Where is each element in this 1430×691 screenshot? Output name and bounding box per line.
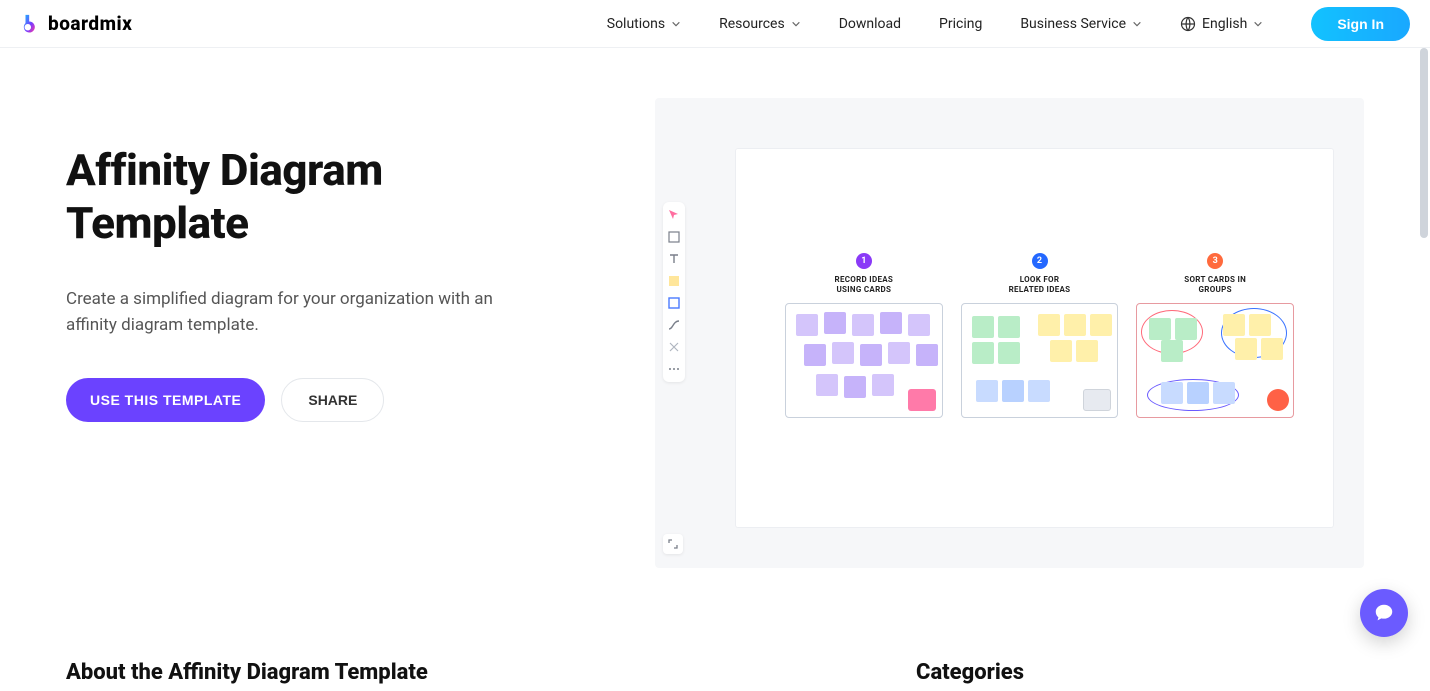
language-switcher[interactable]: English bbox=[1180, 16, 1263, 32]
nav-solutions-label: Solutions bbox=[607, 16, 665, 32]
main-nav: Solutions Resources Download Pricing Bus… bbox=[607, 7, 1410, 41]
nav-download[interactable]: Download bbox=[839, 16, 901, 32]
scissors-icon[interactable] bbox=[667, 340, 681, 354]
site-logo[interactable]: boardmix bbox=[20, 12, 132, 35]
hero-text: Affinity Diagram Template Create a simpl… bbox=[0, 108, 655, 568]
shape-icon[interactable] bbox=[667, 296, 681, 310]
steps-row: 1 RECORD IDEAS USING CARDS bbox=[785, 248, 1294, 418]
nav-resources[interactable]: Resources bbox=[719, 16, 801, 32]
chat-icon bbox=[1373, 602, 1395, 624]
hero-section: Affinity Diagram Template Create a simpl… bbox=[0, 48, 1430, 568]
canvas-toolstrip bbox=[663, 202, 685, 382]
frame-icon[interactable] bbox=[667, 230, 681, 244]
chevron-down-icon bbox=[671, 19, 681, 29]
laptop-icon bbox=[1083, 389, 1111, 411]
sticky-note-icon[interactable] bbox=[667, 274, 681, 288]
chevron-down-icon bbox=[1132, 19, 1142, 29]
step-label-line2: GROUPS bbox=[1136, 285, 1294, 295]
connector-icon[interactable] bbox=[667, 318, 681, 332]
globe-icon bbox=[1180, 16, 1196, 32]
step-2: 2 LOOK FOR RELATED IDEAS bbox=[961, 248, 1119, 418]
chevron-down-icon bbox=[791, 19, 801, 29]
cursor-icon[interactable] bbox=[667, 208, 681, 222]
cta-row: USE THIS TEMPLATE SHARE bbox=[66, 378, 655, 422]
chevron-down-icon bbox=[1253, 19, 1263, 29]
step-board bbox=[1136, 303, 1294, 418]
step-board bbox=[961, 303, 1119, 418]
scrollbar-thumb[interactable] bbox=[1420, 48, 1428, 238]
fullscreen-button[interactable] bbox=[663, 534, 683, 554]
step-label-line1: SORT CARDS IN bbox=[1136, 275, 1294, 285]
nav-business-service-label: Business Service bbox=[1020, 16, 1126, 32]
step-1: 1 RECORD IDEAS USING CARDS bbox=[785, 248, 943, 418]
step-3: 3 SORT CARDS IN GROUPS bbox=[1136, 248, 1294, 418]
page-title: Affinity Diagram Template bbox=[66, 144, 546, 250]
text-icon[interactable] bbox=[667, 252, 681, 266]
use-template-button[interactable]: USE THIS TEMPLATE bbox=[66, 378, 265, 422]
character-icon bbox=[1267, 389, 1289, 411]
about-heading: About the Affinity Diagram Template bbox=[66, 660, 428, 685]
nav-download-label: Download bbox=[839, 16, 901, 32]
step-label-line2: USING CARDS bbox=[785, 285, 943, 295]
nav-resources-label: Resources bbox=[719, 16, 785, 32]
nav-pricing[interactable]: Pricing bbox=[939, 16, 982, 32]
step-badge: 3 bbox=[1207, 253, 1223, 269]
lower-sections: About the Affinity Diagram Template Cate… bbox=[66, 660, 1364, 685]
site-header: boardmix Solutions Resources Download Pr… bbox=[0, 0, 1430, 48]
nav-solutions[interactable]: Solutions bbox=[607, 16, 681, 32]
step-badge: 2 bbox=[1032, 253, 1048, 269]
template-preview-panel: 1 RECORD IDEAS USING CARDS bbox=[655, 98, 1364, 568]
signin-button[interactable]: Sign In bbox=[1311, 7, 1410, 41]
radio-icon bbox=[908, 389, 936, 411]
vertical-scrollbar[interactable] bbox=[1420, 0, 1428, 691]
step-badge: 1 bbox=[856, 253, 872, 269]
share-button[interactable]: SHARE bbox=[281, 378, 384, 422]
step-board bbox=[785, 303, 943, 418]
more-icon[interactable] bbox=[667, 362, 681, 376]
step-label-line1: RECORD IDEAS bbox=[785, 275, 943, 285]
language-label: English bbox=[1202, 16, 1247, 32]
logo-icon bbox=[20, 13, 42, 35]
nav-business-service[interactable]: Business Service bbox=[1020, 16, 1142, 32]
chat-fab[interactable] bbox=[1360, 589, 1408, 637]
step-label-line2: RELATED IDEAS bbox=[961, 285, 1119, 295]
nav-pricing-label: Pricing bbox=[939, 16, 982, 32]
categories-heading: Categories bbox=[916, 660, 1024, 685]
page-subtitle: Create a simplified diagram for your org… bbox=[66, 286, 546, 339]
canvas[interactable]: 1 RECORD IDEAS USING CARDS bbox=[735, 148, 1334, 528]
logo-text: boardmix bbox=[48, 12, 132, 35]
step-label-line1: LOOK FOR bbox=[961, 275, 1119, 285]
